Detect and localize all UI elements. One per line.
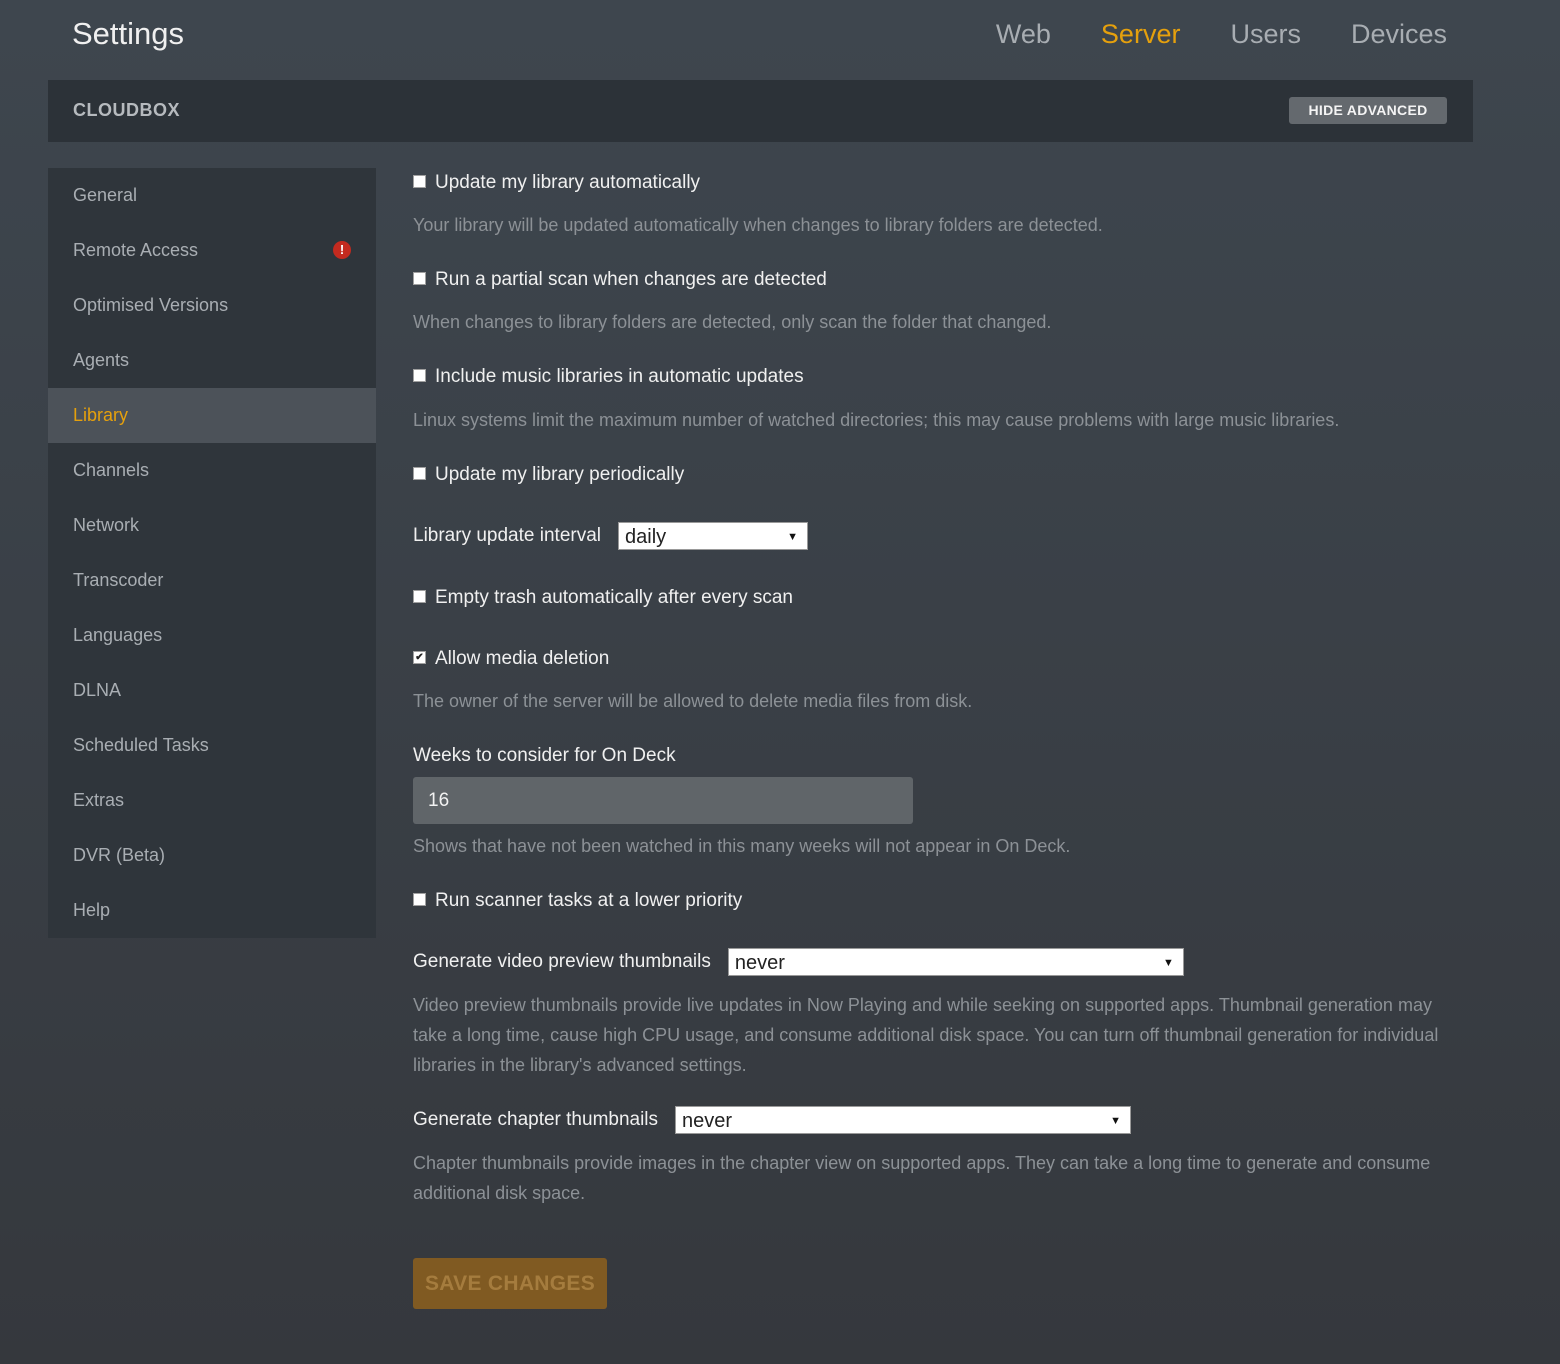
low-priority-setting[interactable]: Run scanner tasks at a lower priority — [413, 887, 742, 915]
chapter-thumbnails-setting: Generate chapter thumbnails never ▼ — [413, 1106, 1132, 1134]
chapter-thumbnails-label: Generate chapter thumbnails — [413, 1109, 659, 1130]
sidebar-item-channels[interactable]: Channels — [48, 443, 376, 498]
include-music-help: Linux systems limit the maximum number o… — [413, 410, 1340, 430]
include-music-setting[interactable]: Include music libraries in automatic upd… — [413, 363, 804, 391]
checkmark-icon: ✔ — [415, 651, 424, 663]
include-music-checkbox[interactable] — [413, 368, 426, 382]
sidebar-item-network[interactable]: Network — [48, 498, 376, 553]
update-auto-help: Your library will be updated automatical… — [413, 215, 1103, 235]
sidebar-item-optimised-versions[interactable]: Optimised Versions — [48, 278, 376, 333]
partial-scan-checkbox[interactable] — [413, 271, 426, 285]
tab-devices[interactable]: Devices — [1351, 14, 1447, 54]
sidebar-item-label: Scheduled Tasks — [73, 735, 209, 755]
tab-web[interactable]: Web — [996, 14, 1051, 54]
empty-trash-checkbox[interactable] — [413, 589, 426, 603]
sidebar-item-help[interactable]: Help — [48, 883, 376, 938]
update-interval-setting: Library update interval daily ▼ — [413, 522, 808, 550]
allow-deletion-setting[interactable]: ✔ Allow media deletion — [413, 645, 609, 673]
sidebar-item-scheduled-tasks[interactable]: Scheduled Tasks — [48, 718, 376, 773]
allow-deletion-checkbox[interactable]: ✔ — [413, 650, 426, 664]
update-interval-label: Library update interval — [413, 525, 601, 546]
exclamation-circle-icon: ! — [333, 241, 351, 259]
top-nav: Web Server Users Devices — [996, 14, 1447, 54]
low-priority-checkbox[interactable] — [413, 892, 426, 906]
hide-advanced-button[interactable]: HIDE ADVANCED — [1289, 97, 1447, 124]
sidebar-item-label: Remote Access — [73, 240, 199, 260]
sidebar-item-label: Help — [73, 900, 111, 920]
sidebar-item-transcoder[interactable]: Transcoder — [48, 553, 376, 608]
video-thumbnails-setting: Generate video preview thumbnails never … — [413, 948, 1184, 976]
allow-deletion-label: Allow media deletion — [435, 648, 610, 669]
partial-scan-setting[interactable]: Run a partial scan when changes are dete… — [413, 266, 827, 294]
sidebar-item-dvr[interactable]: DVR (Beta) — [48, 828, 376, 883]
sidebar-item-library[interactable]: Library — [48, 388, 376, 443]
low-priority-label: Run scanner tasks at a lower priority — [435, 890, 743, 911]
update-auto-setting[interactable]: Update my library automatically — [413, 169, 700, 197]
dropdown-arrow-icon: ▼ — [1162, 957, 1174, 969]
sidebar-item-label: Optimised Versions — [73, 295, 229, 315]
sidebar-item-agents[interactable]: Agents — [48, 333, 376, 388]
page-title: Settings — [72, 16, 185, 51]
sidebar-item-extras[interactable]: Extras — [48, 773, 376, 828]
partial-scan-help: When changes to library folders are dete… — [413, 312, 1052, 332]
video-thumbnails-value: never — [734, 952, 785, 974]
chapter-thumbnails-help: Chapter thumbnails provide images in the… — [413, 1153, 1431, 1203]
server-bar: CLOUDBOX HIDE ADVANCED — [48, 80, 1473, 142]
sidebar-item-label: Network — [73, 515, 140, 535]
update-periodic-checkbox[interactable] — [413, 466, 426, 480]
settings-sidebar: General Remote Access! Optimised Version… — [48, 168, 376, 938]
sidebar-item-label: Agents — [73, 350, 130, 370]
save-changes-button[interactable]: SAVE CHANGES — [413, 1258, 607, 1309]
on-deck-weeks-help: Shows that have not been watched in this… — [413, 836, 1071, 856]
sidebar-item-label: Library — [73, 405, 129, 425]
sidebar-item-label: Channels — [73, 460, 150, 480]
update-interval-value: daily — [625, 526, 667, 548]
server-name: CLOUDBOX — [73, 100, 180, 120]
sidebar-item-label: DLNA — [73, 680, 122, 700]
chapter-thumbnails-select[interactable]: never ▼ — [675, 1106, 1132, 1134]
allow-deletion-help: The owner of the server will be allowed … — [413, 691, 973, 711]
chapter-thumbnails-value: never — [682, 1110, 733, 1132]
dropdown-arrow-icon: ▼ — [787, 531, 798, 543]
update-auto-checkbox[interactable] — [413, 174, 426, 188]
on-deck-weeks-label: Weeks to consider for On Deck — [413, 745, 676, 766]
sidebar-item-general[interactable]: General — [48, 168, 376, 223]
sidebar-item-remote-access[interactable]: Remote Access! — [48, 223, 376, 278]
include-music-label: Include music libraries in automatic upd… — [435, 366, 804, 387]
sidebar-item-label: General — [73, 185, 138, 205]
tab-users[interactable]: Users — [1230, 14, 1301, 54]
sidebar-item-languages[interactable]: Languages — [48, 608, 376, 663]
tab-server[interactable]: Server — [1101, 14, 1181, 54]
dropdown-arrow-icon: ▼ — [1110, 1115, 1122, 1127]
on-deck-weeks-input[interactable]: 16 — [413, 777, 913, 824]
sidebar-item-label: Extras — [73, 790, 125, 810]
video-thumbnails-help: Video preview thumbnails provide live up… — [413, 995, 1439, 1075]
video-thumbnails-select[interactable]: never ▼ — [727, 948, 1184, 976]
sidebar-item-label: Transcoder — [73, 570, 164, 590]
partial-scan-label: Run a partial scan when changes are dete… — [435, 269, 827, 290]
sidebar-item-label: Languages — [73, 625, 163, 645]
empty-trash-label: Empty trash automatically after every sc… — [435, 587, 793, 608]
update-auto-label: Update my library automatically — [435, 172, 701, 193]
update-interval-select[interactable]: daily ▼ — [618, 522, 808, 550]
update-periodic-setting[interactable]: Update my library periodically — [413, 461, 684, 489]
update-periodic-label: Update my library periodically — [435, 464, 685, 485]
sidebar-item-label: DVR (Beta) — [73, 845, 166, 865]
sidebar-item-dlna[interactable]: DLNA — [48, 663, 376, 718]
empty-trash-setting[interactable]: Empty trash automatically after every sc… — [413, 584, 793, 612]
video-thumbnails-label: Generate video preview thumbnails — [413, 951, 711, 972]
